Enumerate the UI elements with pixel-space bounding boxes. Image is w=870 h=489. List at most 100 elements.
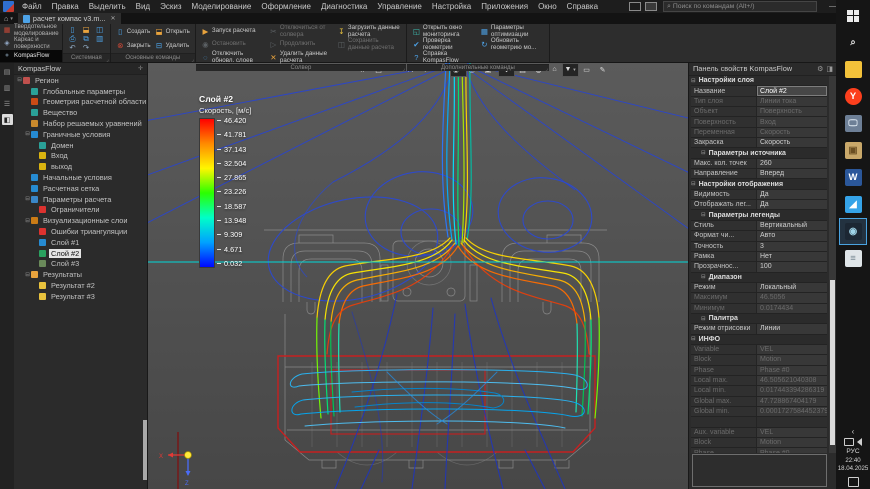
command-search-input[interactable]: ⌕ Поиск по командам (Alt+/) (663, 1, 817, 12)
menu-item-11[interactable]: Окно (533, 2, 562, 11)
property-section[interactable]: ⊟Палитра (691, 314, 827, 324)
tree-item[interactable]: Результат #3 (14, 291, 147, 302)
open-button[interactable]: ⬓Открыть (155, 28, 190, 36)
close-doc-button[interactable]: ⊗Закрыть (116, 42, 151, 50)
print-button[interactable]: ⎙ (68, 35, 78, 43)
property-section[interactable]: ⊟Диапазон (691, 273, 827, 283)
property-row[interactable]: СтильВертикальный (691, 221, 827, 231)
scene-icon[interactable]: ⌂ (547, 64, 562, 76)
tree-item[interactable]: ⊟Результаты (14, 269, 147, 280)
tree-item[interactable]: выход (14, 161, 147, 172)
tree-item[interactable]: Начальные условия (14, 172, 147, 183)
property-row[interactable]: Local max.46.505621040308 (691, 376, 827, 386)
group-expander-icon[interactable]: ⌟ (192, 57, 194, 63)
filter-icon[interactable]: ▼▼ (563, 64, 578, 76)
group-expander-icon[interactable]: ⌟ (546, 66, 548, 72)
gear-icon[interactable]: ⚙ (817, 65, 823, 73)
clock-date[interactable]: 18.04.2025 (838, 465, 869, 472)
property-row[interactable]: Aux. variableVEL (691, 428, 827, 438)
tree-item[interactable]: ⊟Визуализационные слои (14, 215, 147, 226)
property-row[interactable]: BlockMotion (691, 438, 827, 448)
property-row[interactable]: ЗакраскаСкорость (691, 138, 827, 148)
menu-item-10[interactable]: Приложения (476, 2, 533, 11)
dock-panel-icon[interactable]: ◨ (826, 65, 833, 73)
property-section[interactable]: ⊟Параметры легенды (691, 210, 827, 220)
menu-item-2[interactable]: Выделить (84, 2, 131, 11)
property-section[interactable]: ⊟Настройки слоя (691, 76, 827, 86)
property-row[interactable]: ПеременнаяСкорость (691, 128, 827, 138)
tree-item[interactable]: Слой #3 (14, 259, 147, 270)
tree-item[interactable]: ⊟Регион (14, 75, 147, 86)
notes-app[interactable]: ≡ (840, 246, 866, 271)
tree-item[interactable]: Ошибки триангуляции (14, 226, 147, 237)
property-row[interactable]: Минимум0.0174434 (691, 304, 827, 314)
clock-time[interactable]: 22:40 (845, 457, 860, 464)
group-expander-icon[interactable]: ⌟ (106, 57, 108, 63)
property-section[interactable]: ⊟Параметры источника (691, 148, 827, 158)
menu-item-9[interactable]: Настройка (427, 2, 476, 11)
structure-panel-icon[interactable]: ▥ (2, 82, 13, 93)
undo-button[interactable]: ↶ (68, 44, 78, 52)
tray-expand-icon[interactable]: ‹ (852, 427, 855, 436)
tree-item[interactable]: Слой #2 (14, 248, 147, 259)
property-row[interactable]: Максимум46.5056 (691, 293, 827, 303)
menu-item-12[interactable]: Справка (562, 2, 603, 11)
collapse-icon[interactable]: ⊟ (24, 196, 31, 202)
tree-panel-icon[interactable]: ◧ (2, 114, 13, 125)
tree-item[interactable]: Расчетная сетка (14, 183, 147, 194)
menu-item-3[interactable]: Вид (131, 2, 155, 11)
window-layout-icon[interactable] (629, 2, 641, 11)
layers-refresh-button[interactable]: ◌Отключить обновл. слоев (201, 51, 265, 64)
params-panel-icon[interactable]: ▤ (2, 66, 13, 77)
menu-item-5[interactable]: Моделирование (186, 2, 256, 11)
property-row[interactable]: Тип слояЛинии тока (691, 97, 827, 107)
3d-viewport[interactable]: X Z ⠿◳⌕▼⇱✎▼◐◉▼◎▼▣▼✥▤◍⌂▼▼▭✎ Слой #2 Скоро… (147, 62, 688, 489)
disconnect-button[interactable]: ✂Отключиться от солвера (269, 25, 333, 38)
menu-item-4[interactable]: Эскиз (155, 2, 186, 11)
stop-button[interactable]: ◉Остановить (201, 41, 265, 49)
word-app[interactable]: W (840, 165, 866, 190)
property-row[interactable]: Макс. кол. точек260 (691, 159, 827, 169)
photos-app[interactable]: ◢ (840, 192, 866, 217)
tree-scrollbar[interactable] (143, 420, 147, 480)
panel-options-icon[interactable]: ✛ (138, 65, 143, 72)
property-row[interactable]: НаправлениеВперед (691, 169, 827, 179)
continue-button[interactable]: ▷Продолжить (269, 41, 333, 49)
collapse-icon[interactable]: ⊟ (24, 131, 31, 137)
property-section[interactable]: ⊟ИНФО (691, 335, 827, 345)
property-row[interactable]: РамкаНет (691, 252, 827, 262)
property-row[interactable]: ОбъектПоверхность (691, 107, 827, 117)
help-button[interactable]: ?Справка KompasFlow (412, 51, 476, 64)
property-row[interactable]: Global max.47.728867404179 (691, 397, 827, 407)
tree-item[interactable]: Набор решаемых уравнений (14, 118, 147, 129)
kompas-app[interactable]: ◉ (840, 219, 866, 244)
volume-icon[interactable] (857, 438, 862, 446)
notification-center-icon[interactable] (848, 477, 859, 487)
redo-button[interactable]: ↷ (82, 44, 92, 52)
copy-button[interactable]: ⧉ (82, 35, 92, 43)
list-panel-icon[interactable]: ☰ (2, 98, 13, 109)
yandex-app[interactable]: Y (840, 84, 866, 109)
search-button[interactable]: ⌕ (840, 30, 866, 55)
tree-item[interactable]: Вход (14, 151, 147, 162)
menu-item-8[interactable]: Управление (372, 2, 426, 11)
property-row[interactable]: VariableVEL (691, 345, 827, 355)
menu-item-1[interactable]: Правка (47, 2, 84, 11)
delete-button[interactable]: ⊟Удалить (155, 42, 190, 50)
menu-item-6[interactable]: Оформление (256, 2, 316, 11)
collapse-icon[interactable]: ⊟ (16, 77, 23, 83)
tree-item[interactable]: Глобальные параметры (14, 86, 147, 97)
save-data-button[interactable]: ◫Сохранить данные расчета (337, 38, 401, 51)
property-section[interactable]: ⊟Настройки отображения (691, 179, 827, 189)
annotate-icon[interactable]: ✎ (595, 64, 610, 76)
remote-app[interactable]: 🖵 (840, 111, 866, 136)
delete-data-button[interactable]: ✕Удалить данные расчета (269, 51, 333, 64)
group-expander-icon[interactable]: ⌟ (403, 66, 405, 72)
tab-close-icon[interactable]: ✕ (111, 15, 116, 22)
tree-item[interactable]: ⊟Параметры расчета (14, 194, 147, 205)
property-row[interactable]: BlockMotion (691, 355, 827, 365)
tree-item[interactable]: Слой #1 (14, 237, 147, 248)
property-row[interactable]: ПоверхностьВход (691, 117, 827, 127)
run-button[interactable]: ▶Запуск расчета (201, 28, 265, 36)
tree-item[interactable]: Ограничители (14, 205, 147, 216)
